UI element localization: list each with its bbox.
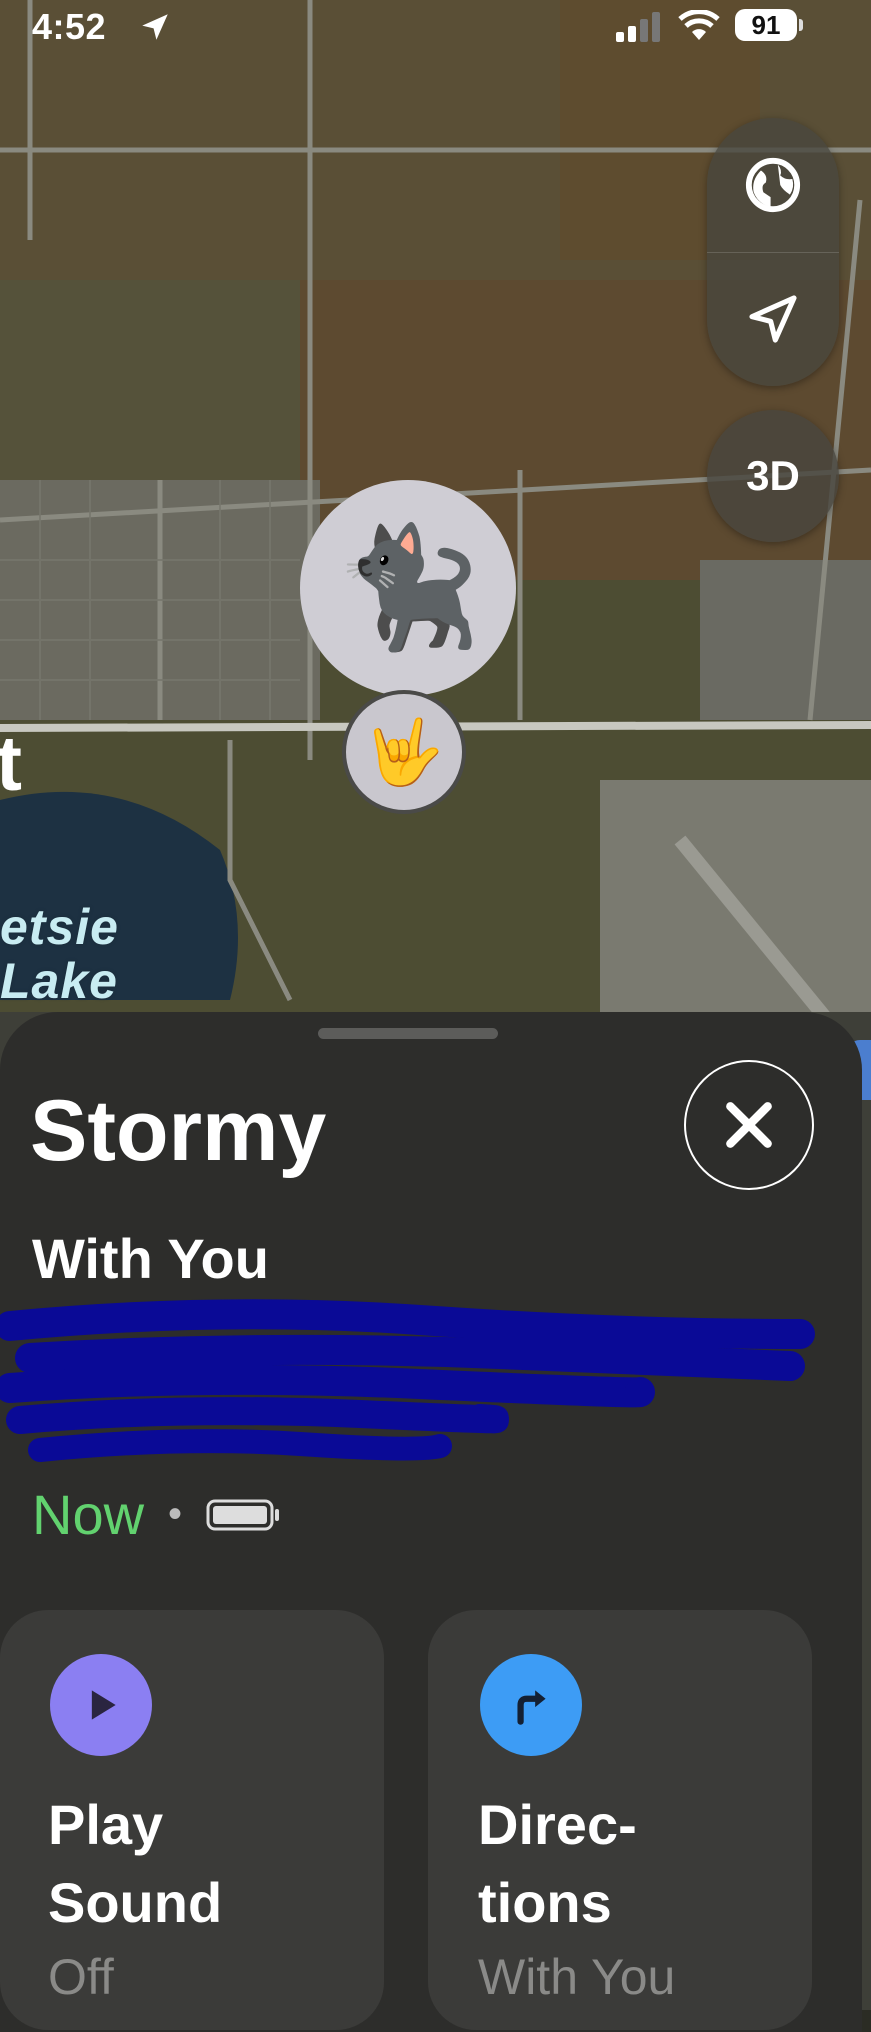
separator-dot: • bbox=[168, 1492, 183, 1536]
play-icon bbox=[91, 1690, 116, 1720]
play-sound-label: Play Sound bbox=[48, 1786, 222, 1942]
last-seen-time: Now bbox=[32, 1483, 145, 1546]
status-time: 4:52 bbox=[32, 6, 107, 47]
map-controls bbox=[707, 118, 839, 386]
battery-level-icon bbox=[206, 1499, 280, 1530]
love-you-gesture-icon: 🤟 bbox=[364, 716, 444, 788]
directions-label-line1: Direc- bbox=[478, 1793, 637, 1856]
close-icon bbox=[726, 1102, 772, 1148]
item-pin-cat[interactable]: 🐈‍⬛ bbox=[300, 480, 516, 696]
battery-level: 91 bbox=[735, 9, 797, 41]
globe-icon bbox=[745, 157, 801, 213]
directions-label-line2: tions bbox=[478, 1871, 612, 1934]
directions-label: Direc- tions bbox=[478, 1786, 637, 1942]
play-sound-label-line2: Sound bbox=[48, 1871, 223, 1934]
lake-label-line1: etsie bbox=[0, 899, 119, 955]
3d-view-button[interactable]: 3D bbox=[707, 410, 839, 542]
play-sound-label-line1: Play bbox=[48, 1793, 164, 1856]
lake-label-line2: Lake bbox=[0, 953, 118, 1009]
directions-icon-circle bbox=[480, 1654, 582, 1756]
directions-arrow-icon bbox=[517, 1690, 546, 1725]
map-place-label-partial: t bbox=[0, 719, 22, 807]
item-name: Stormy bbox=[30, 1083, 327, 1179]
status-bar: 4:52 91 bbox=[0, 0, 871, 60]
directions-button[interactable]: Direc- tions With You bbox=[428, 1610, 812, 2030]
play-sound-status: Off bbox=[48, 1949, 114, 2005]
directions-status: With You bbox=[478, 1949, 676, 2005]
location-services-icon bbox=[142, 14, 168, 40]
wifi-icon bbox=[678, 10, 720, 40]
play-sound-button[interactable]: Play Sound Off bbox=[0, 1610, 384, 2030]
close-button[interactable] bbox=[684, 1060, 814, 1190]
cellular-signal-icon bbox=[616, 12, 660, 42]
battery-icon bbox=[799, 19, 803, 31]
current-location-button[interactable] bbox=[707, 252, 839, 386]
play-sound-icon-circle bbox=[50, 1654, 152, 1756]
map-style-button[interactable] bbox=[707, 118, 839, 252]
my-location-pin[interactable]: 🤟 bbox=[342, 690, 466, 814]
item-location-status: With You bbox=[32, 1227, 269, 1290]
redacted-address-scribble bbox=[0, 1299, 815, 1462]
location-arrow-icon bbox=[749, 295, 797, 343]
black-cat-icon: 🐈‍⬛ bbox=[334, 522, 482, 654]
item-last-seen: Now • bbox=[32, 1482, 282, 1547]
sheet-grabber[interactable] bbox=[318, 1028, 498, 1039]
